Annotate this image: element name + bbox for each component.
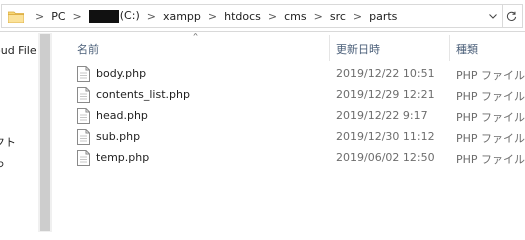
- address-field[interactable]: > PC > (C:) > xampp > htdocs > cms > src…: [1, 4, 523, 28]
- file-date: 2019/12/29 12:21: [336, 88, 435, 101]
- file-date: 2019/12/22 9:17: [336, 109, 428, 122]
- refresh-button[interactable]: [502, 5, 520, 27]
- nav-item-project[interactable]: クト: [0, 134, 16, 150]
- sort-indicator: ˄: [192, 33, 199, 44]
- breadcrumb-separator[interactable]: >: [73, 10, 82, 23]
- file-type: PHP ファイル: [456, 153, 525, 166]
- column-divider[interactable]: [449, 35, 450, 61]
- chevron-down-icon: [489, 13, 497, 19]
- file-row[interactable]: contents_list.php 2019/12/29 12:21 PHP フ…: [73, 85, 525, 106]
- column-divider[interactable]: [329, 35, 330, 61]
- nav-item-cloud-files[interactable]: oud File: [0, 44, 37, 57]
- address-history-button[interactable]: [486, 5, 500, 27]
- breadcrumb-item-src[interactable]: src: [330, 10, 346, 23]
- file-list: ˄ 名前 更新日時 種類 body.php 2019/12/22 10:51 P…: [53, 33, 525, 232]
- breadcrumb-item-drive-label: (C:): [119, 9, 140, 23]
- address-bar: > PC > (C:) > xampp > htdocs > cms > src…: [0, 0, 525, 32]
- refresh-icon: [506, 11, 517, 21]
- nav-item[interactable]: っ: [0, 155, 5, 171]
- file-row[interactable]: temp.php 2019/06/02 12:50 PHP ファイル: [73, 148, 525, 169]
- folder-icon: [8, 11, 24, 23]
- breadcrumb-item-pc[interactable]: PC: [51, 10, 65, 23]
- breadcrumb-item-drive[interactable]: (C:): [88, 9, 140, 23]
- file-type: PHP ファイル: [456, 111, 525, 124]
- file-row[interactable]: body.php 2019/12/22 10:51 PHP ファイル: [73, 64, 525, 85]
- file-type: PHP ファイル: [456, 132, 525, 145]
- file-date: 2019/12/30 11:12: [336, 130, 435, 143]
- column-header-type[interactable]: 種類: [456, 39, 478, 59]
- file-icon: [77, 129, 90, 145]
- file-type: PHP ファイル: [456, 90, 525, 103]
- breadcrumb-separator[interactable]: >: [314, 10, 323, 23]
- file-name: temp.php: [96, 151, 150, 164]
- file-type: PHP ファイル: [456, 69, 525, 82]
- breadcrumb-separator[interactable]: >: [147, 10, 156, 23]
- breadcrumb-item-cms[interactable]: cms: [284, 10, 307, 23]
- column-header-date[interactable]: 更新日時: [336, 39, 380, 59]
- redacted-block: [88, 9, 119, 23]
- file-icon: [77, 87, 90, 103]
- file-icon: [77, 108, 90, 124]
- breadcrumb: > PC > (C:) > xampp > htdocs > cms > src…: [28, 5, 397, 27]
- file-name: contents_list.php: [96, 88, 190, 101]
- file-name: sub.php: [96, 130, 141, 143]
- file-name: body.php: [96, 67, 147, 80]
- file-row[interactable]: sub.php 2019/12/30 11:12 PHP ファイル: [73, 127, 525, 148]
- navigation-scrollbar-thumb[interactable]: [40, 34, 50, 231]
- file-name: head.php: [96, 109, 148, 122]
- file-date: 2019/12/22 10:51: [336, 67, 435, 80]
- breadcrumb-item-parts[interactable]: parts: [369, 10, 397, 23]
- breadcrumb-separator[interactable]: >: [208, 10, 217, 23]
- column-header-name[interactable]: 名前: [77, 39, 99, 59]
- breadcrumb-separator[interactable]: >: [353, 10, 362, 23]
- breadcrumb-separator[interactable]: >: [35, 10, 44, 23]
- file-icon: [77, 150, 90, 166]
- file-icon: [77, 66, 90, 82]
- breadcrumb-item-xampp[interactable]: xampp: [163, 10, 201, 23]
- breadcrumb-item-htdocs[interactable]: htdocs: [224, 10, 261, 23]
- breadcrumb-separator[interactable]: >: [268, 10, 277, 23]
- file-row[interactable]: head.php 2019/12/22 9:17 PHP ファイル: [73, 106, 525, 127]
- file-date: 2019/06/02 12:50: [336, 151, 435, 164]
